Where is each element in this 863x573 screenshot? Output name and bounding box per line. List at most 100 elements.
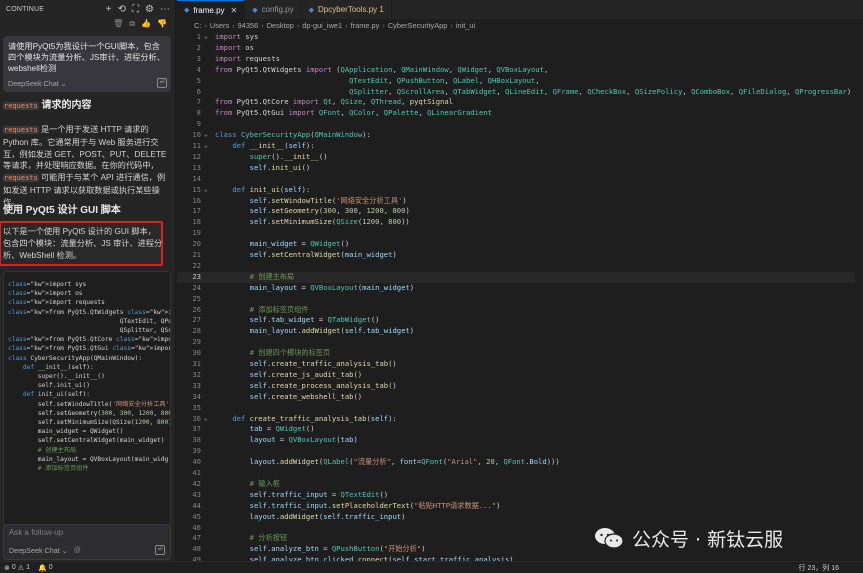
code-line[interactable]: 4 from PyQt5.QtWidgets import (QApplicati… [177,65,863,76]
code-line[interactable]: 17 self.setGeometry(300, 300, 1200, 800) [177,206,863,217]
code-area[interactable]: 1 ⌄ import sys 2 import os 3 import requests 4 f… [177,32,863,561]
new-chat-icon[interactable]: + [106,4,112,15]
code-text: tab = QWidget() [249,424,315,434]
errors-indicator[interactable]: ⊗ 0 ⚠ 1 [4,564,30,572]
fold-chevron-icon[interactable]: ⌄ [204,414,212,425]
code-line[interactable]: 26 # 添加标签页组件 [177,305,863,316]
fullscreen-icon[interactable]: ⛶ [132,4,139,15]
code-line[interactable]: 21 self.setCentralWidget(main_widget) [177,250,863,261]
code-line[interactable]: 40 layout.addWidget(QLabel("流量分析", font=… [177,457,863,468]
code-line[interactable]: 23 # 创建主布局 [177,271,863,283]
tab-config-py[interactable]: ◆ config.py [245,0,302,19]
code-text: def create_traffic_analysis_tab(self): [232,413,397,423]
code-line[interactable]: 16 self.setWindowTitle('网络安全分析工具') [177,196,863,207]
code-line[interactable]: 37 tab = QWidget() [177,424,863,435]
followup-input[interactable]: Ask a follow-up [9,528,165,537]
breadcrumb-item[interactable]: Desktop [267,21,294,30]
code-line[interactable]: 1 ⌄ import sys [177,32,863,43]
code-line[interactable]: 14 [177,174,863,185]
code-line[interactable]: 41 [177,468,863,479]
code-text: QTextEdit, QPushButton, QLabel, QHBoxLay… [349,75,540,85]
code-line[interactable]: 38 layout = QVBoxLayout(tab) [177,435,863,446]
code-line[interactable]: 11 ⌄ def __init__(self): [177,141,863,152]
code-block-lines: class="kw">import sys class="kw">import o… [8,280,170,473]
breadcrumb-item[interactable]: Users [210,21,229,30]
scrollbar-track[interactable] [855,32,863,561]
response-code-block: class="kw">import sys class="kw">import o… [3,271,171,526]
code-line[interactable]: 27 self.tab_widget = QTabWidget() [177,315,863,326]
mention-icon[interactable]: @ [74,547,81,554]
code-line[interactable]: 6 QSplitter, QScrollArea, QTabWidget, QL… [177,87,863,98]
breadcrumb[interactable]: C: › Users › 94356 › Desktop › dp-gui_iwe1 › frame… [177,19,863,32]
code-line[interactable]: 36 ⌄ def create_traffic_analysis_tab(self… [177,414,863,425]
code-line[interactable]: 34 self.create_webshell_tab() [177,392,863,403]
user-prompt-box[interactable]: 请使用PyQt5为我设计一个GUI脚本，包含四个模块为流量分析、JS审计、进程分… [3,36,171,92]
code-line[interactable]: 42 # 输入框 [177,479,863,490]
code-line[interactable]: 35 [177,403,863,414]
breadcrumb-item[interactable]: 94356 [238,21,259,30]
response-heading-requests: requests 请求的内容 [3,100,92,111]
line-number: 20 [192,239,201,249]
code-line[interactable]: 20 main_widget = QWidget() [177,239,863,250]
code-line[interactable]: 44 self.traffic_input.setPlaceholderText… [177,501,863,512]
code-line[interactable]: 10 ⌄ class CyberSecurityApp(QMainWindow): [177,130,863,141]
code-line[interactable]: 29 [177,337,863,348]
fold-chevron-icon[interactable]: ⌄ [204,32,212,43]
code-line[interactable]: 43 self.traffic_input = QTextEdit() [177,490,863,501]
followup-input-box[interactable]: Ask a follow-up DeepSeek Chat ⌄ @ ⏎ [3,524,171,560]
code-text: from PyQt5.QtGui import QFont, QColor, Q… [215,108,492,118]
delete-icon[interactable]: 🗑 [113,19,123,29]
code-line[interactable]: 8 from PyQt5.QtGui import QFont, QColor, … [177,108,863,119]
submit-icon[interactable]: ⏎ [157,78,167,88]
code-line[interactable]: 5 QTextEdit, QPushButton, QLabel, QHBoxL… [177,76,863,87]
code-line[interactable]: 33 self.create_process_analysis_tab() [177,381,863,392]
model-selector[interactable]: DeepSeek Chat ⌄ [8,79,67,88]
code-line[interactable]: 13 self.init_ui() [177,163,863,174]
code-line[interactable]: 12 super().__init__() [177,152,863,163]
code-line[interactable]: 25 [177,294,863,305]
breadcrumb-item[interactable]: CyberSecurityApp [388,21,448,30]
line-number: 36 [192,413,201,423]
python-file-icon: ◆ [308,6,315,14]
code-line[interactable]: 9 [177,119,863,130]
code-line[interactable]: 39 [177,446,863,457]
code-line[interactable]: 30 # 创建四个模块的标签页 [177,348,863,359]
code-line[interactable]: 22 [177,261,863,272]
fold-chevron-icon[interactable]: ⌄ [204,141,212,152]
breadcrumb-item[interactable]: init_ui [456,21,475,30]
code-line[interactable]: 2 import os [177,43,863,54]
code-text: self.traffic_input = QTextEdit() [249,489,389,499]
code-line[interactable]: 3 import requests [177,54,863,65]
thumbs-down-icon[interactable]: 👎 [157,19,167,29]
fold-chevron-icon[interactable]: ⌄ [204,185,212,196]
code-line[interactable]: 7 from PyQt5.QtCore import Qt, QSize, QTh… [177,97,863,108]
more-actions-icon[interactable]: ⋯ [160,4,170,15]
fold-chevron-icon[interactable]: ⌄ [204,130,212,141]
code-block-line: class="kw">from PyQt5.QtCore class="kw">… [8,336,170,344]
info-indicator[interactable]: 🔔 0 [38,564,53,572]
breadcrumb-item[interactable]: dp-gui_iwe1 [302,21,342,30]
tab-dpcybertools-py[interactable]: ◆ DpcyberTools.py 1 [302,0,392,19]
history-icon[interactable]: ⟲ [118,4,126,15]
settings-gear-icon[interactable]: ⚙ [145,4,154,15]
code-line[interactable]: 24 main_layout = QVBoxLayout(main_widget… [177,283,863,294]
followup-submit-icon[interactable]: ⏎ [155,545,165,555]
followup-model-selector[interactable]: DeepSeek Chat ⌄ [9,546,68,555]
copy-icon[interactable]: ⧉ [129,19,135,29]
code-line[interactable]: 18 self.setMinimumSize(QSize(1200, 800)) [177,217,863,228]
breadcrumb-item[interactable]: C: [194,21,201,30]
close-tab-icon[interactable]: ✕ [231,6,238,15]
tab-frame-py[interactable]: ◆ frame.py ✕ [177,0,246,19]
code-line[interactable]: 15 ⌄ def init_ui(self): [177,185,863,196]
code-line[interactable]: 31 self.create_traffic_analysis_tab() [177,359,863,370]
code-text: from PyQt5.QtCore import Qt, QSize, QThr… [215,97,454,107]
code-line[interactable]: 28 main_layout.addWidget(self.tab_widget… [177,326,863,337]
code-text: # 创建主布局 [249,271,295,281]
code-line[interactable]: 45 layout.addWidget(self.traffic_input) [177,512,863,523]
cursor-position[interactable]: 行 23，列 16 [799,563,839,573]
breadcrumb-item[interactable]: frame.py [351,21,380,30]
code-line[interactable]: 32 self.create_js_audit_tab() [177,370,863,381]
thumbs-up-icon[interactable]: 👍 [141,19,151,29]
code-block-line: # 创建主布局 [8,446,77,454]
code-line[interactable]: 19 [177,228,863,239]
